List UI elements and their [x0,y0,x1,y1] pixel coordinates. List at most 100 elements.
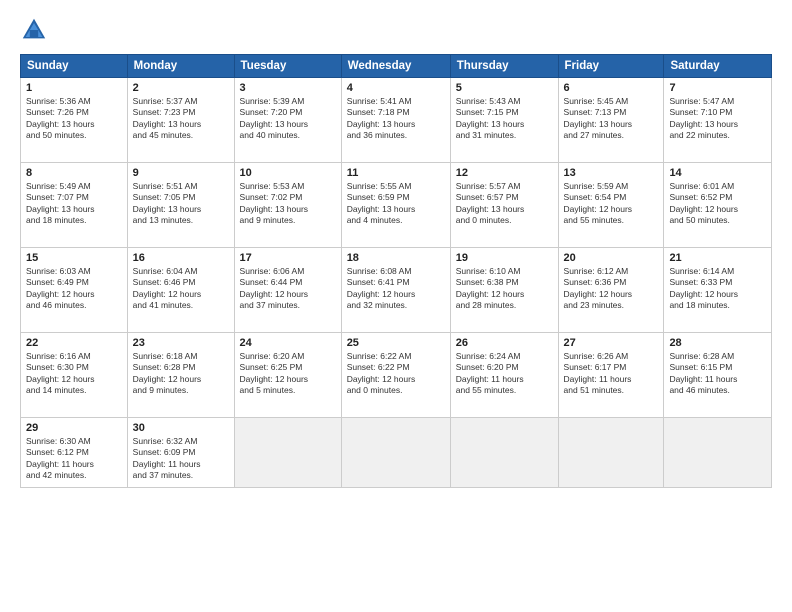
day-info: Sunrise: 5:51 AM Sunset: 7:05 PM Dayligh… [133,181,229,227]
day-info: Sunrise: 5:55 AM Sunset: 6:59 PM Dayligh… [347,181,445,227]
day-number: 22 [26,337,122,349]
calendar-table: SundayMondayTuesdayWednesdayThursdayFrid… [20,54,772,488]
calendar-cell: 9Sunrise: 5:51 AM Sunset: 7:05 PM Daylig… [127,163,234,248]
day-info: Sunrise: 5:59 AM Sunset: 6:54 PM Dayligh… [564,181,659,227]
weekday-header-thursday: Thursday [450,55,558,78]
calendar-cell: 21 Sunrise: 6:14 AM Sunset: 6:33 PM Dayli… [664,248,772,333]
day-number: 6 [564,82,659,94]
day-info: Sunrise: 5:39 AM Sunset: 7:20 PM Dayligh… [240,96,336,142]
calendar-cell: 4 Sunrise: 5:41 AM Sunset: 7:18 PM Daylig… [341,78,450,163]
calendar-cell: 27 Sunrise: 6:26 AM Sunset: 6:17 PM Dayli… [558,333,664,418]
day-number: 16 [133,252,229,264]
day-number: 3 [240,82,336,94]
day-number: 10 [240,167,336,179]
day-number: 23 [133,337,229,349]
weekday-header-saturday: Saturday [664,55,772,78]
calendar-cell: 16 Sunrise: 6:04 AM Sunset: 6:46 PM Dayli… [127,248,234,333]
day-number: 29 [26,422,122,434]
day-number: 4 [347,82,445,94]
calendar-cell: 18Sunrise: 6:08 AM Sunset: 6:41 PM Dayli… [341,248,450,333]
calendar-week-1: 1 Sunrise: 5:36 AM Sunset: 7:26 PM Daylig… [21,78,772,163]
calendar-cell: 3 Sunrise: 5:39 AM Sunset: 7:20 PM Daylig… [234,78,341,163]
day-number: 26 [456,337,553,349]
calendar-cell: 1 Sunrise: 5:36 AM Sunset: 7:26 PM Daylig… [21,78,128,163]
day-info: Sunrise: 5:36 AM Sunset: 7:26 PM Dayligh… [26,96,122,142]
day-number: 15 [26,252,122,264]
page-header [20,16,772,44]
logo-icon [20,16,48,44]
day-info: Sunrise: 6:18 AM Sunset: 6:28 PM Dayligh… [133,351,229,397]
weekday-header-tuesday: Tuesday [234,55,341,78]
day-info: Sunrise: 6:20 AM Sunset: 6:25 PM Dayligh… [240,351,336,397]
day-number: 2 [133,82,229,94]
day-info: Sunrise: 5:37 AM Sunset: 7:23 PM Dayligh… [133,96,229,142]
calendar-cell: 26 Sunrise: 6:24 AM Sunset: 6:20 PM Dayli… [450,333,558,418]
calendar-week-3: 15Sunrise: 6:03 AM Sunset: 6:49 PM Dayli… [21,248,772,333]
day-number: 18 [347,252,445,264]
day-info: Sunrise: 5:47 AM Sunset: 7:10 PM Dayligh… [669,96,766,142]
calendar-cell: 22 Sunrise: 6:16 AM Sunset: 6:30 PM Dayli… [21,333,128,418]
day-info: Sunrise: 5:49 AM Sunset: 7:07 PM Dayligh… [26,181,122,227]
calendar-cell: 28 Sunrise: 6:28 AM Sunset: 6:15 PM Dayli… [664,333,772,418]
calendar-cell: 12Sunrise: 5:57 AM Sunset: 6:57 PM Dayli… [450,163,558,248]
day-number: 7 [669,82,766,94]
day-info: Sunrise: 5:45 AM Sunset: 7:13 PM Dayligh… [564,96,659,142]
calendar-cell: 13 Sunrise: 5:59 AM Sunset: 6:54 PM Dayli… [558,163,664,248]
day-number: 24 [240,337,336,349]
calendar-cell: 20 Sunrise: 6:12 AM Sunset: 6:36 PM Dayli… [558,248,664,333]
calendar-cell: 23 Sunrise: 6:18 AM Sunset: 6:28 PM Dayli… [127,333,234,418]
day-info: Sunrise: 6:26 AM Sunset: 6:17 PM Dayligh… [564,351,659,397]
day-info: Sunrise: 6:01 AM Sunset: 6:52 PM Dayligh… [669,181,766,227]
calendar-cell [234,418,341,488]
day-info: Sunrise: 5:43 AM Sunset: 7:15 PM Dayligh… [456,96,553,142]
day-number: 13 [564,167,659,179]
weekday-header-row: SundayMondayTuesdayWednesdayThursdayFrid… [21,55,772,78]
day-info: Sunrise: 5:41 AM Sunset: 7:18 PM Dayligh… [347,96,445,142]
weekday-header-sunday: Sunday [21,55,128,78]
weekday-header-wednesday: Wednesday [341,55,450,78]
day-info: Sunrise: 6:24 AM Sunset: 6:20 PM Dayligh… [456,351,553,397]
day-info: Sunrise: 6:14 AM Sunset: 6:33 PM Dayligh… [669,266,766,312]
calendar-cell [664,418,772,488]
day-info: Sunrise: 6:10 AM Sunset: 6:38 PM Dayligh… [456,266,553,312]
calendar-cell: 7 Sunrise: 5:47 AM Sunset: 7:10 PM Daylig… [664,78,772,163]
day-number: 8 [26,167,122,179]
day-number: 14 [669,167,766,179]
day-info: Sunrise: 6:22 AM Sunset: 6:22 PM Dayligh… [347,351,445,397]
day-number: 20 [564,252,659,264]
day-info: Sunrise: 6:32 AM Sunset: 6:09 PM Dayligh… [133,436,229,482]
day-info: Sunrise: 6:16 AM Sunset: 6:30 PM Dayligh… [26,351,122,397]
day-number: 1 [26,82,122,94]
day-number: 25 [347,337,445,349]
calendar-cell: 5 Sunrise: 5:43 AM Sunset: 7:15 PM Daylig… [450,78,558,163]
day-number: 21 [669,252,766,264]
calendar-cell: 6 Sunrise: 5:45 AM Sunset: 7:13 PM Daylig… [558,78,664,163]
calendar-week-2: 8 Sunrise: 5:49 AM Sunset: 7:07 PM Daylig… [21,163,772,248]
day-number: 11 [347,167,445,179]
calendar-cell: 29 Sunrise: 6:30 AM Sunset: 6:12 PM Dayli… [21,418,128,488]
day-number: 17 [240,252,336,264]
calendar-cell: 24 Sunrise: 6:20 AM Sunset: 6:25 PM Dayli… [234,333,341,418]
calendar-cell [341,418,450,488]
day-info: Sunrise: 6:28 AM Sunset: 6:15 PM Dayligh… [669,351,766,397]
calendar-cell [558,418,664,488]
calendar-week-4: 22 Sunrise: 6:16 AM Sunset: 6:30 PM Dayli… [21,333,772,418]
calendar-cell: 19Sunrise: 6:10 AM Sunset: 6:38 PM Dayli… [450,248,558,333]
calendar-cell: 8 Sunrise: 5:49 AM Sunset: 7:07 PM Daylig… [21,163,128,248]
calendar-cell: 30 Sunrise: 6:32 AM Sunset: 6:09 PM Dayli… [127,418,234,488]
day-info: Sunrise: 6:04 AM Sunset: 6:46 PM Dayligh… [133,266,229,312]
weekday-header-friday: Friday [558,55,664,78]
day-number: 5 [456,82,553,94]
day-info: Sunrise: 6:06 AM Sunset: 6:44 PM Dayligh… [240,266,336,312]
day-info: Sunrise: 6:30 AM Sunset: 6:12 PM Dayligh… [26,436,122,482]
calendar-cell: 11 Sunrise: 5:55 AM Sunset: 6:59 PM Dayli… [341,163,450,248]
day-number: 30 [133,422,229,434]
day-info: Sunrise: 5:53 AM Sunset: 7:02 PM Dayligh… [240,181,336,227]
calendar-cell: 15Sunrise: 6:03 AM Sunset: 6:49 PM Dayli… [21,248,128,333]
calendar-cell: 14 Sunrise: 6:01 AM Sunset: 6:52 PM Dayli… [664,163,772,248]
calendar-cell: 2 Sunrise: 5:37 AM Sunset: 7:23 PM Daylig… [127,78,234,163]
day-number: 27 [564,337,659,349]
day-info: Sunrise: 6:12 AM Sunset: 6:36 PM Dayligh… [564,266,659,312]
logo [20,16,52,44]
day-number: 28 [669,337,766,349]
